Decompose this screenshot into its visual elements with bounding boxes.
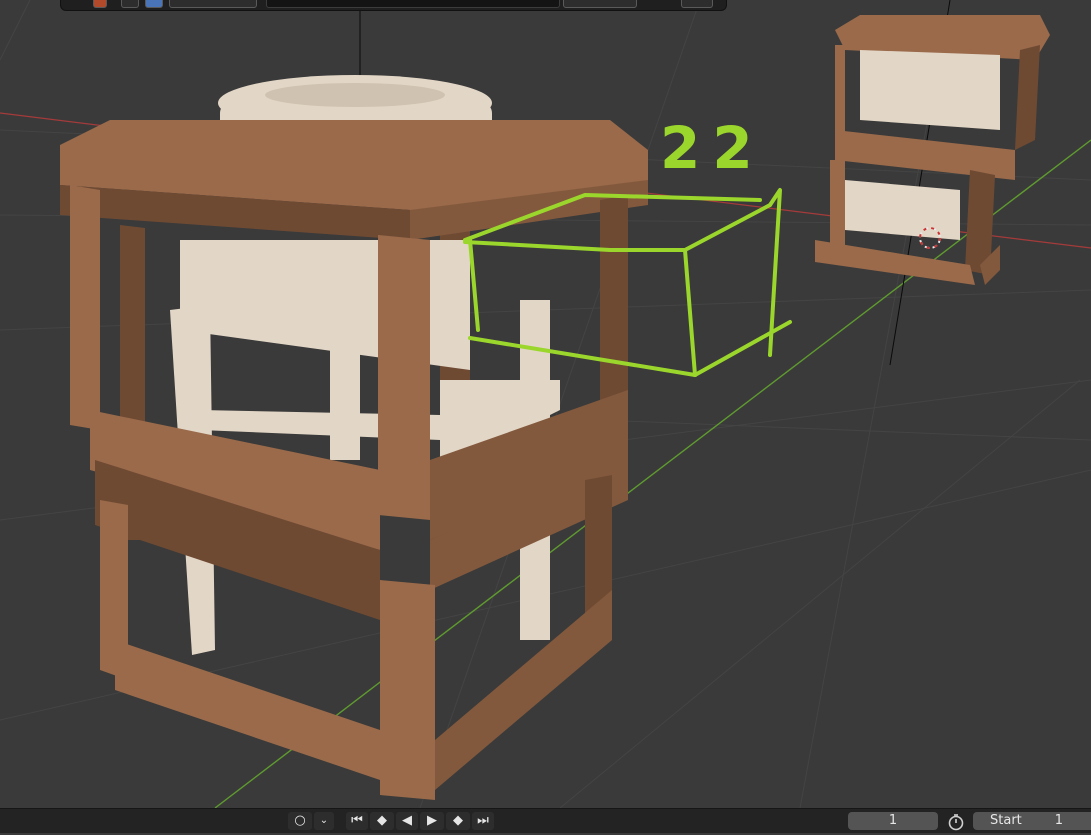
annotation-text: 22 bbox=[660, 114, 765, 182]
playback-mode-icon[interactable]: ○ bbox=[288, 812, 312, 830]
shading-mode-icon[interactable] bbox=[563, 0, 637, 8]
stopwatch-icon[interactable] bbox=[946, 813, 968, 831]
current-frame-field[interactable]: 1 bbox=[848, 812, 938, 830]
gizmo-icon[interactable] bbox=[169, 0, 257, 8]
chevron-down-icon[interactable]: ⌄ bbox=[314, 812, 334, 830]
jump-to-keyframe-forward-icon[interactable]: ◆ bbox=[446, 812, 470, 830]
object-type-icon[interactable] bbox=[93, 0, 107, 8]
start-value: 1 bbox=[1054, 813, 1063, 828]
viewport-shading-icon[interactable] bbox=[121, 0, 139, 8]
play-reverse-icon[interactable]: ◀ bbox=[396, 812, 418, 830]
start-frame-field[interactable]: Start 1 bbox=[973, 812, 1091, 830]
viewport-canvas[interactable]: 22 bbox=[0, 0, 1091, 808]
overlays-dropdown-icon[interactable] bbox=[681, 0, 713, 8]
viewport-search-field[interactable] bbox=[266, 0, 560, 8]
overlay-icon[interactable] bbox=[145, 0, 163, 8]
start-label: Start bbox=[990, 813, 1022, 828]
timeline-bar: ○ ⌄ ⏮ ◆ ◀ ▶ ◆ ⏭ 1 Start 1 bbox=[0, 808, 1091, 833]
wooden-frame-small[interactable] bbox=[815, 15, 1050, 285]
wooden-frame-large[interactable] bbox=[60, 75, 648, 800]
jump-to-end-icon[interactable]: ⏭ bbox=[472, 812, 494, 830]
jump-to-keyframe-back-icon[interactable]: ◆ bbox=[370, 812, 394, 830]
viewport-header bbox=[60, 0, 727, 11]
play-icon[interactable]: ▶ bbox=[420, 812, 444, 830]
jump-to-start-icon[interactable]: ⏮ bbox=[346, 812, 368, 830]
3d-viewport[interactable]: 22 bbox=[0, 0, 1091, 808]
